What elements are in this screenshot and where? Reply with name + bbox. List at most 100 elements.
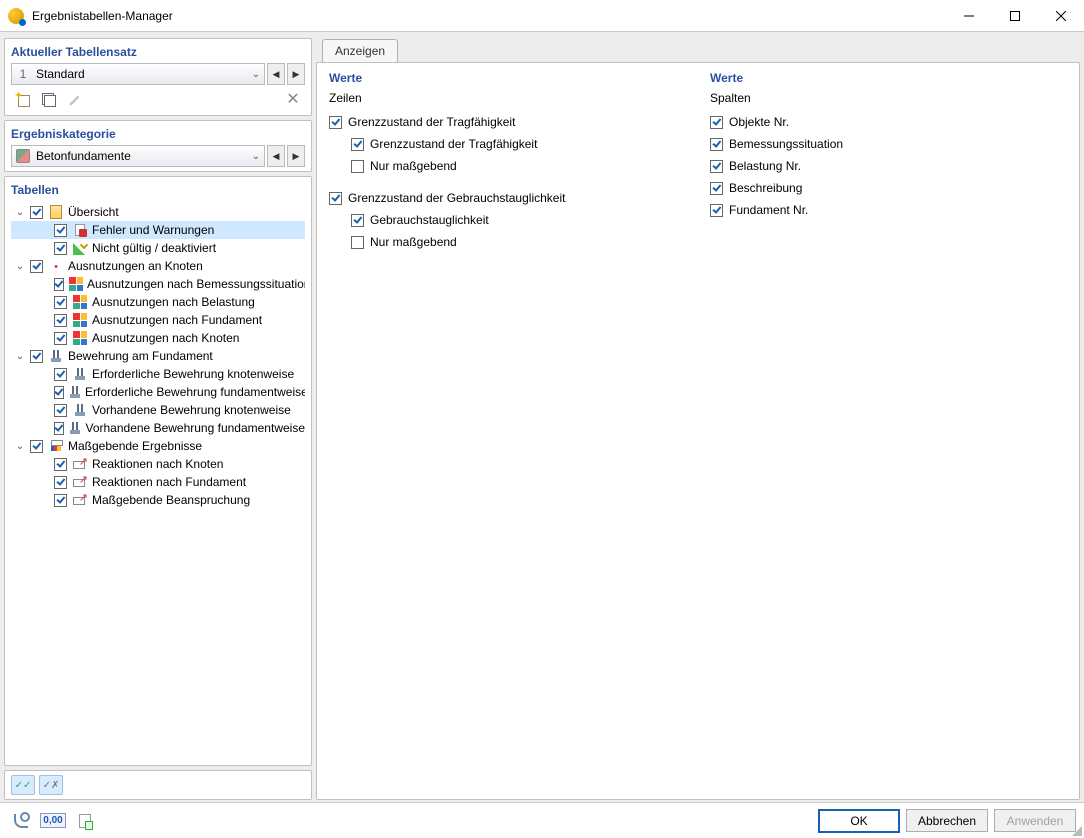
checkbox[interactable]	[351, 160, 364, 173]
tree-checkbox[interactable]	[30, 350, 43, 363]
tree-checkbox[interactable]	[54, 296, 67, 309]
tree-group-label: Ausnutzungen an Knoten	[66, 259, 203, 273]
tableset-prev-button[interactable]: ◀	[267, 63, 285, 85]
column-option-checkbox[interactable]: Belastung Nr.	[710, 155, 1067, 177]
delete-tableset-button[interactable]: ✕	[281, 89, 305, 111]
tree-item-icon	[69, 420, 81, 436]
tree-item-icon	[72, 402, 88, 418]
tree-checkbox[interactable]	[54, 332, 67, 345]
row-option-label: Gebrauchstauglichkeit	[370, 213, 489, 227]
footer: 0,00 OK Abbrechen Anwenden	[0, 802, 1084, 838]
tree-item[interactable]: Ausnutzungen nach Fundament	[11, 311, 305, 329]
tree-group[interactable]: ⌄Übersicht	[11, 203, 305, 221]
cancel-button[interactable]: Abbrechen	[906, 809, 988, 832]
column-option-checkbox[interactable]: Fundament Nr.	[710, 199, 1067, 221]
tree-item-label: Vorhandene Bewehrung knotenweise	[90, 403, 291, 417]
tree-checkbox[interactable]	[54, 476, 67, 489]
tree-item-label: Fehler und Warnungen	[90, 223, 214, 237]
edit-tableset-button[interactable]	[63, 89, 87, 111]
row-option-checkbox[interactable]: Nur maßgebend	[329, 231, 686, 253]
tree-item[interactable]: Ausnutzungen nach Belastung	[11, 293, 305, 311]
tree-item-icon	[72, 492, 88, 508]
tree-item[interactable]: Vorhandene Bewehrung knotenweise	[11, 401, 305, 419]
checkbox[interactable]	[710, 204, 723, 217]
tableset-combo[interactable]: 1 Standard ⌄	[11, 63, 265, 85]
checkbox[interactable]	[351, 236, 364, 249]
tree-group[interactable]: ⌄Bewehrung am Fundament	[11, 347, 305, 365]
checkbox[interactable]	[351, 214, 364, 227]
tree-checkbox[interactable]	[54, 494, 67, 507]
row-option-checkbox[interactable]: Gebrauchstauglichkeit	[329, 209, 686, 231]
expander-icon[interactable]: ⌄	[13, 207, 27, 218]
checkbox[interactable]	[710, 116, 723, 129]
tree-item[interactable]: Nicht gültig / deaktiviert	[11, 239, 305, 257]
tree-checkbox[interactable]	[54, 422, 64, 435]
category-next-button[interactable]: ▶	[287, 145, 305, 167]
minimize-button[interactable]	[946, 0, 992, 31]
row-group-checkbox[interactable]: Grenzzustand der Tragfähigkeit	[329, 111, 686, 133]
category-prev-button[interactable]: ◀	[267, 145, 285, 167]
tree-checkbox[interactable]	[54, 224, 67, 237]
pencil-icon	[68, 93, 82, 107]
tree-item[interactable]: Maßgebende Beanspruchung	[11, 491, 305, 509]
tree-checkbox[interactable]	[54, 278, 64, 291]
clipboard-button[interactable]	[72, 808, 98, 834]
tree-group[interactable]: ⌄Maßgebende Ergebnisse	[11, 437, 305, 455]
checkbox[interactable]	[710, 160, 723, 173]
columns-column: Werte Spalten Objekte Nr.Bemessungssitua…	[710, 71, 1067, 791]
tableset-header: Aktueller Tabellensatz	[11, 43, 305, 63]
tree-item[interactable]: Reaktionen nach Knoten	[11, 455, 305, 473]
tree-checkbox[interactable]	[30, 440, 43, 453]
uncheck-all-button[interactable]: ✓✗	[39, 775, 63, 795]
expander-icon[interactable]: ⌄	[13, 261, 27, 272]
tree-checkbox[interactable]	[30, 206, 43, 219]
new-tableset-button[interactable]	[11, 89, 35, 111]
tree-checkbox[interactable]	[30, 260, 43, 273]
column-option-checkbox[interactable]: Objekte Nr.	[710, 111, 1067, 133]
check-all-button[interactable]: ✓✓	[11, 775, 35, 795]
tree-group[interactable]: ⌄ Ausnutzungen an Knoten	[11, 257, 305, 275]
expander-icon[interactable]: ⌄	[13, 351, 27, 362]
checkbox[interactable]	[329, 116, 342, 129]
tree-item[interactable]: Erforderliche Bewehrung fundamentweise	[11, 383, 305, 401]
row-group-checkbox[interactable]: Grenzzustand der Gebrauchstauglichkeit	[329, 187, 686, 209]
tab-strip: Anzeigen	[316, 38, 1080, 62]
maximize-button[interactable]	[992, 0, 1038, 31]
column-option-checkbox[interactable]: Bemessungssituation	[710, 133, 1067, 155]
resize-grip[interactable]	[1070, 824, 1082, 836]
tables-tree[interactable]: ⌄Übersicht Fehler und Warnungen Nicht gült…	[11, 201, 305, 761]
tableset-next-button[interactable]: ▶	[287, 63, 305, 85]
tree-checkbox[interactable]	[54, 314, 67, 327]
window-title: Ergebnistabellen-Manager	[32, 9, 946, 23]
ok-button[interactable]: OK	[818, 809, 900, 833]
checkbox[interactable]	[351, 138, 364, 151]
row-option-checkbox[interactable]: Nur maßgebend	[329, 155, 686, 177]
row-option-checkbox[interactable]: Grenzzustand der Tragfähigkeit	[329, 133, 686, 155]
tree-item[interactable]: Ausnutzungen nach Knoten	[11, 329, 305, 347]
tree-item[interactable]: Ausnutzungen nach Bemessungssituation	[11, 275, 305, 293]
tree-checkbox[interactable]	[54, 368, 67, 381]
apply-button[interactable]: Anwenden	[994, 809, 1076, 832]
tree-checkbox[interactable]	[54, 242, 67, 255]
checkbox[interactable]	[710, 182, 723, 195]
tree-item-icon	[72, 312, 88, 328]
column-option-checkbox[interactable]: Beschreibung	[710, 177, 1067, 199]
tree-item[interactable]: Erforderliche Bewehrung knotenweise	[11, 365, 305, 383]
duplicate-tableset-button[interactable]	[37, 89, 61, 111]
tree-checkbox[interactable]	[54, 386, 64, 399]
precision-button[interactable]: 0,00	[40, 808, 66, 834]
tree-checkbox[interactable]	[54, 458, 67, 471]
close-button[interactable]	[1038, 0, 1084, 31]
tree-item[interactable]: Fehler und Warnungen	[11, 221, 305, 239]
checkbox[interactable]	[710, 138, 723, 151]
tree-item[interactable]: Reaktionen nach Fundament	[11, 473, 305, 491]
category-combo[interactable]: Betonfundamente ⌄	[11, 145, 265, 167]
checkbox[interactable]	[329, 192, 342, 205]
tree-item-icon	[72, 222, 88, 238]
tree-item[interactable]: Vorhandene Bewehrung fundamentweise	[11, 419, 305, 437]
tab-anzeigen[interactable]: Anzeigen	[322, 39, 398, 62]
units-button[interactable]	[8, 808, 34, 834]
expander-icon[interactable]: ⌄	[13, 441, 27, 452]
chevron-down-icon: ⌄	[252, 151, 260, 162]
tree-checkbox[interactable]	[54, 404, 67, 417]
